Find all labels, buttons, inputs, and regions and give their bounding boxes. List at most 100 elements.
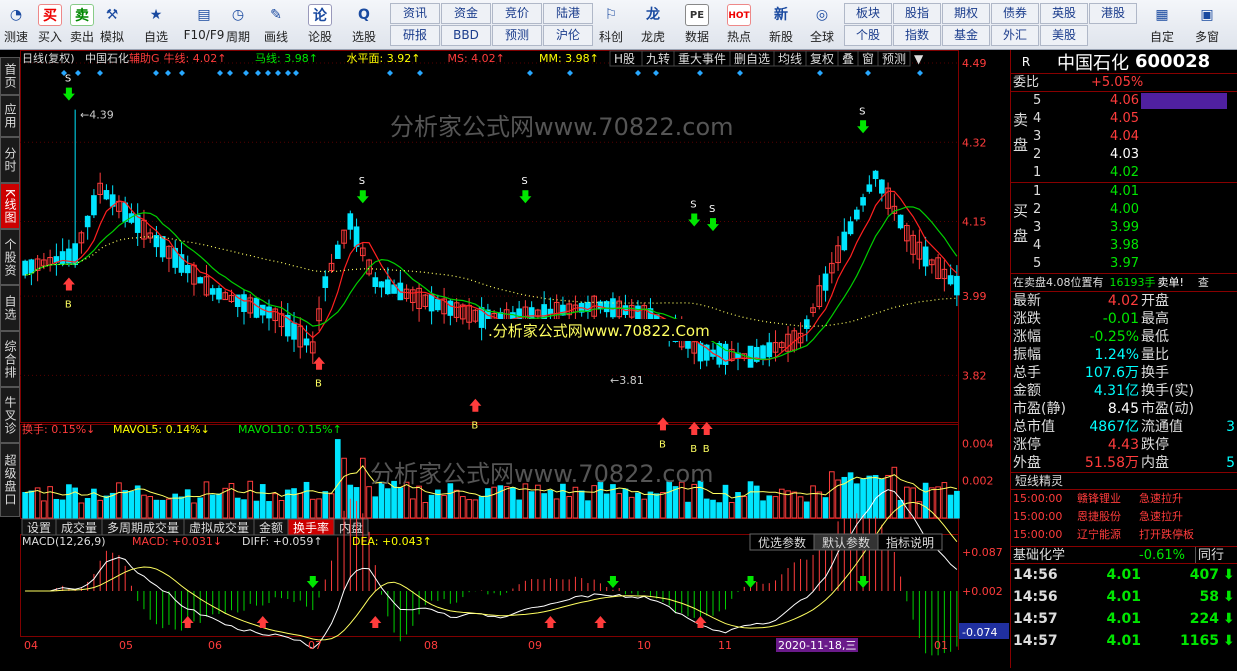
volume-bar: [954, 490, 960, 519]
sidebar-tab-7[interactable]: 牛叉诊股: [0, 387, 20, 443]
elf-item[interactable]: 15:00:00 赣锋锂业 急速拉升: [1011, 490, 1237, 508]
info-button-3[interactable]: 陆港: [543, 3, 593, 24]
stat-value: 4.31亿: [1093, 383, 1139, 399]
watermark-vol: 分析家公式网www.70822.com: [370, 460, 714, 488]
market-button-6[interactable]: 个股: [844, 25, 892, 46]
sidebar-tab-2[interactable]: 分时图: [0, 137, 20, 183]
market-button-8[interactable]: 基金: [942, 25, 990, 46]
event-marker-icon: [179, 70, 185, 76]
buy-level-3[interactable]: 3 3.99: [1031, 219, 1237, 237]
kline-header-item-5: 水平面: 3.92↑: [347, 52, 421, 65]
sell-book-label: 卖盘: [1011, 112, 1029, 162]
market-button-3[interactable]: 债券: [991, 3, 1039, 24]
watch-toolbar-button[interactable]: ★ 自选: [134, 2, 178, 48]
macd-up-arrow-icon: [369, 616, 382, 628]
sell-arrow-icon: [857, 120, 870, 134]
market-button-2[interactable]: 期权: [942, 3, 990, 24]
order-notice[interactable]: 在卖盘4.08位置有 16193手 卖单! 查: [1011, 274, 1237, 292]
info-button-5[interactable]: BBD: [441, 25, 491, 46]
stat-value: 4.02: [1107, 293, 1139, 309]
sector-row[interactable]: 基础化学 -0.61% 同行: [1011, 546, 1237, 564]
globe-toolbar-button[interactable]: ◎ 全球: [800, 2, 844, 48]
buy-level-2[interactable]: 2 4.00: [1031, 201, 1237, 219]
candle-body: [866, 184, 873, 192]
watch-label: 自选: [143, 30, 168, 44]
stock-toolbar-button[interactable]: 论论股: [298, 2, 342, 48]
star-icon: ★: [149, 7, 163, 23]
elf-title[interactable]: 短线精灵: [1011, 473, 1237, 490]
sim-toolbar-button[interactable]: ⚒ 模拟: [96, 2, 128, 48]
candle-body: [847, 221, 854, 235]
elf-item[interactable]: 15:00:00 辽宁能源 打开跌停板: [1011, 526, 1237, 544]
buy-level-4[interactable]: 4 3.98: [1031, 237, 1237, 255]
custom-toolbar-button[interactable]: ▦ 自定: [1142, 2, 1182, 48]
volume-bar: [328, 493, 335, 519]
level-number: 1: [1033, 165, 1042, 180]
ipo-toolbar-button[interactable]: 新新股: [760, 2, 802, 48]
sell-level-5[interactable]: 5 4.06: [1031, 92, 1237, 110]
level-volume-bar: [1141, 238, 1227, 254]
high-price-label: ←4.39: [80, 108, 114, 121]
stat-row: 市盈(静) 8.45 市盈(动): [1011, 400, 1237, 418]
volume-bar: [216, 493, 222, 519]
info-button-2[interactable]: 竞价: [492, 3, 542, 24]
elf-event: 打开跌停板: [1139, 528, 1194, 541]
market-button-10[interactable]: 美股: [1040, 25, 1088, 46]
sidebar-tab-0[interactable]: 首页: [0, 57, 20, 95]
sidebar-tab-3[interactable]: K线图: [0, 183, 20, 229]
volume-bar: [341, 457, 347, 519]
hot-toolbar-button[interactable]: HOT 热点: [718, 2, 760, 48]
buy-book: 买盘 1 4.01 2 4.00 3 3.99 4 3.98 5 3.97: [1011, 183, 1237, 274]
weibi-label: 委比: [1013, 75, 1040, 90]
info-button-1[interactable]: 资金: [441, 3, 491, 24]
multi-toolbar-button[interactable]: ▣ 多窗: [1186, 2, 1228, 48]
data-toolbar-button[interactable]: PE 数据: [676, 2, 718, 48]
candle-body: [947, 275, 954, 285]
volume-bar: [491, 486, 497, 519]
market-button-5[interactable]: 港股: [1089, 3, 1137, 24]
buy-toolbar-button[interactable]: 买买入: [34, 2, 66, 48]
info-button-7[interactable]: 沪伦: [543, 25, 593, 46]
kline-tab-label: 叠: [842, 52, 854, 66]
buy-level-1[interactable]: 1 4.01: [1031, 183, 1237, 201]
stat-label: 总手: [1013, 365, 1041, 381]
market-button-1[interactable]: 股指: [893, 3, 941, 24]
info-button-6[interactable]: 预测: [492, 25, 542, 46]
candle-body: [803, 319, 810, 329]
dragon-toolbar-button[interactable]: 龙龙虎: [632, 2, 674, 48]
candle-body: [184, 264, 191, 274]
info-button-4[interactable]: 研报: [390, 25, 440, 46]
market-button-9[interactable]: 外汇: [991, 25, 1039, 46]
candle-body: [241, 294, 247, 312]
sidebar-tab-4[interactable]: 个股资料: [0, 229, 20, 285]
refresh-toolbar-button[interactable]: ◔ 测速: [0, 2, 32, 48]
refresh-label: 测速: [3, 30, 28, 44]
sell-toolbar-button[interactable]: 卖卖出: [66, 2, 98, 48]
stat-row: 最新 4.02 开盘: [1011, 292, 1237, 310]
sell-level-3[interactable]: 3 4.04: [1031, 128, 1237, 146]
info-button-0[interactable]: 资讯: [390, 3, 440, 24]
month-tick-label: 09: [528, 639, 542, 652]
select-toolbar-button[interactable]: Q 选股: [342, 2, 386, 48]
sidebar-tab-1[interactable]: 应用: [0, 95, 20, 137]
sell-level-1[interactable]: 1 4.02: [1031, 164, 1237, 182]
buy-level-5[interactable]: 5 3.97: [1031, 255, 1237, 273]
kline-chart-svg[interactable]: 4.494.324.153.993.82SS SS SSBBBB B B←4.39←3.…: [20, 50, 1010, 668]
menu-dropdown-icon[interactable]: ▼: [914, 52, 924, 66]
sell-level-4[interactable]: 4 4.05: [1031, 110, 1237, 128]
hammer-icon: ⚒: [105, 7, 119, 23]
sidebar-tab-8[interactable]: 超级盘口: [0, 443, 20, 517]
volume-bar: [141, 494, 147, 519]
draw-toolbar-button[interactable]: ✎ 画线: [254, 2, 298, 48]
sidebar-tab-6[interactable]: 综合排名: [0, 331, 20, 387]
market-button-4[interactable]: 英股: [1040, 3, 1088, 24]
elf-item[interactable]: 15:00:00 恩捷股份 急速拉升: [1011, 508, 1237, 526]
tech-toolbar-button[interactable]: ⚐ 科创: [590, 2, 632, 48]
level-number: 4: [1033, 111, 1042, 126]
sidebar-tab-5[interactable]: 自选股: [0, 285, 20, 331]
sector-tab[interactable]: 同行: [1195, 547, 1224, 563]
market-button-0[interactable]: 板块: [844, 3, 892, 24]
sell-level-2[interactable]: 2 4.03: [1031, 146, 1237, 164]
volume-bar: [147, 496, 154, 519]
market-button-7[interactable]: 指数: [893, 25, 941, 46]
